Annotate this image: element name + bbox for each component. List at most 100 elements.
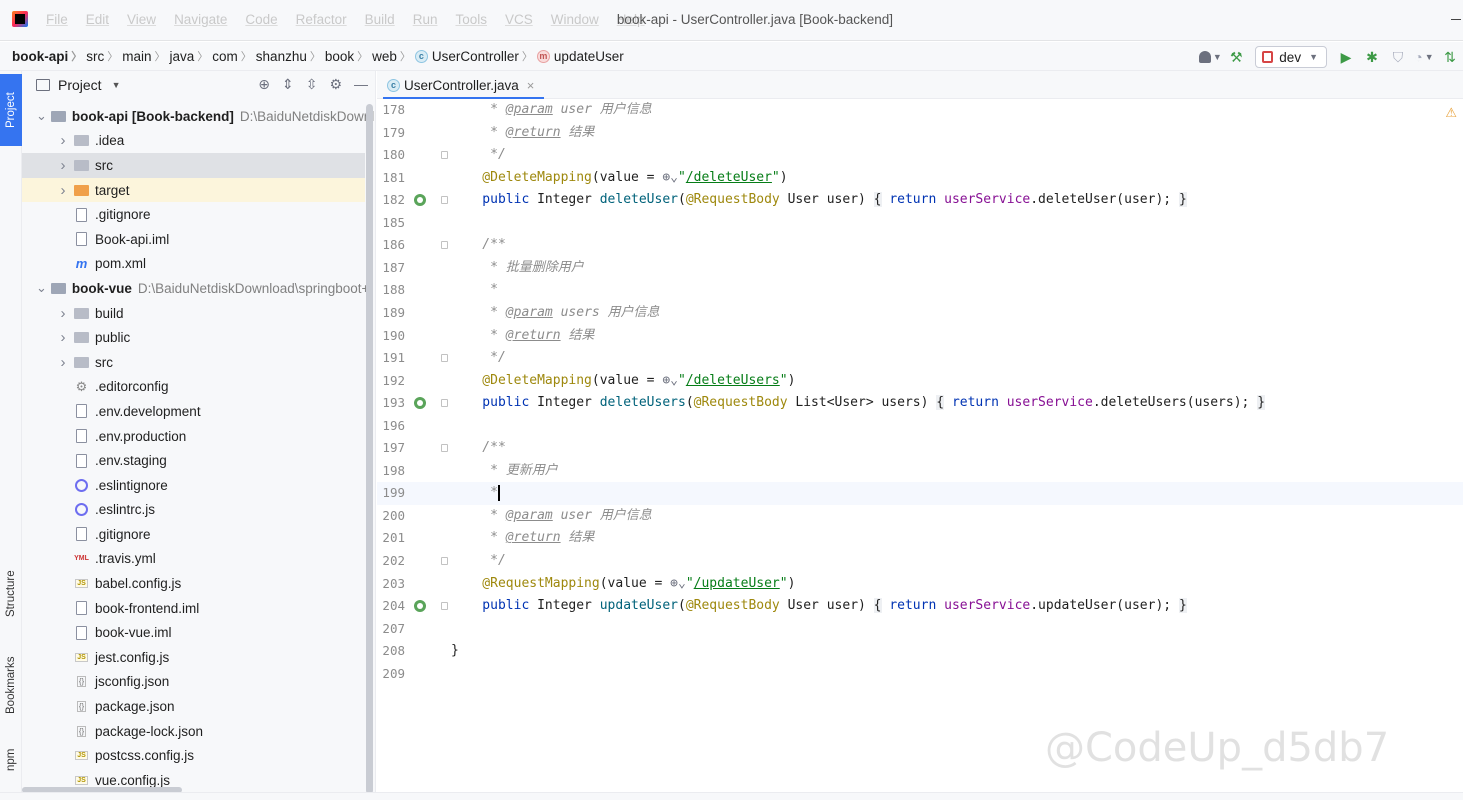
tree-item[interactable]: ⌄ book-vue D:\BaiduNetdiskDownload\springb… [22, 276, 369, 301]
fold-marker-icon[interactable] [441, 151, 448, 160]
tree-item[interactable]: ⌄ book-api [Book-backend] D:\BaiduNetdiskD… [22, 104, 374, 129]
fold-marker-icon[interactable] [441, 444, 448, 453]
code-line[interactable]: 179 * @return 结果 [377, 122, 1463, 145]
tree-item[interactable]: m pom.xml [22, 252, 365, 277]
breadcrumb-item[interactable]: com 〉 [212, 48, 256, 64]
project-panel-title[interactable]: Project [58, 77, 102, 93]
account-button[interactable]: ▼ [1197, 46, 1223, 68]
tree-item[interactable]: .eslintignore [22, 473, 365, 498]
vertical-scrollbar[interactable] [366, 104, 373, 794]
tree-item[interactable]: ⚙ .editorconfig [22, 375, 365, 400]
breadcrumb-item[interactable]: c UserController 〉 [414, 48, 537, 64]
breadcrumb-item[interactable]: web 〉 [372, 48, 415, 64]
code-token[interactable]: /deleteUser [686, 170, 772, 185]
collapse-all-icon[interactable]: ⇳ [306, 76, 318, 93]
code-line[interactable]: 199 * [377, 482, 1463, 505]
tree-item[interactable]: › .idea [22, 129, 365, 154]
chevron-right-icon[interactable]: › [56, 329, 70, 346]
close-icon[interactable]: × [527, 78, 535, 93]
web-endpoint-icon[interactable]: ⊕⌄ [670, 576, 686, 591]
code-line[interactable]: 188 * [377, 279, 1463, 302]
breadcrumb-item[interactable]: shanzhu 〉 [256, 48, 325, 64]
code-line[interactable]: 202 */ [377, 550, 1463, 573]
code-line[interactable]: 181 @DeleteMapping(value = ⊕⌄"/deleteUse… [377, 167, 1463, 190]
fold-marker-icon[interactable] [441, 354, 448, 363]
code-line[interactable]: 193 public Integer deleteUsers(@RequestB… [377, 392, 1463, 415]
tree-item[interactable]: book-frontend.iml [22, 596, 365, 621]
code-line[interactable]: 209 [377, 663, 1463, 686]
tree-item[interactable]: .env.staging [22, 448, 365, 473]
code-line[interactable]: 196 [377, 415, 1463, 438]
coverage-button[interactable]: ⛉ [1385, 46, 1411, 68]
tree-item[interactable]: book-vue.iml [22, 620, 365, 645]
endpoint-gutter-icon[interactable] [414, 397, 426, 410]
minimize-icon[interactable] [1451, 19, 1461, 20]
breadcrumb-item[interactable]: book-api 〉 [12, 48, 86, 64]
vcs-button[interactable]: ⇅ [1437, 46, 1463, 68]
debug-button[interactable]: ✱ [1359, 46, 1385, 68]
tree-item[interactable]: {} package.json [22, 694, 365, 719]
tree-item[interactable]: › target [22, 177, 365, 203]
tree-item[interactable]: JS jest.config.js [22, 645, 365, 670]
tree-item[interactable]: JS babel.config.js [22, 571, 365, 596]
breadcrumb-item[interactable]: java 〉 [170, 48, 213, 64]
chevron-down-icon[interactable]: ▼ [112, 80, 121, 90]
run-button[interactable]: ▶ [1333, 46, 1359, 68]
tree-item[interactable]: › public [22, 325, 365, 350]
gear-icon[interactable]: ⚙ [329, 76, 342, 93]
code-line[interactable]: 203 @RequestMapping(value = ⊕⌄"/updateUs… [377, 573, 1463, 596]
code-line[interactable]: 182 public Integer deleteUser(@RequestBo… [377, 189, 1463, 212]
expand-all-icon[interactable]: ⇕ [282, 76, 294, 93]
code-line[interactable]: 208} [377, 640, 1463, 663]
tree-item[interactable]: .gitignore [22, 522, 365, 547]
chevron-right-icon[interactable]: › [56, 132, 70, 149]
npm-tool-tab[interactable]: npm [0, 739, 22, 781]
tree-item[interactable]: {} package-lock.json [22, 719, 365, 744]
code-line[interactable]: 186 /** [377, 234, 1463, 257]
fold-marker-icon[interactable] [441, 399, 448, 408]
code-line[interactable]: 180 */ [377, 144, 1463, 167]
breadcrumb-item[interactable]: main 〉 [122, 48, 169, 64]
code-line[interactable]: 207 [377, 618, 1463, 641]
code-token[interactable]: /deleteUsers [686, 373, 780, 388]
chevron-right-icon[interactable]: › [56, 354, 70, 371]
tree-item[interactable]: .eslintrc.js [22, 498, 365, 523]
breadcrumb-item[interactable]: m updateUser [536, 49, 624, 64]
bookmarks-tool-tab[interactable]: Bookmarks [0, 647, 22, 723]
locate-icon[interactable]: ⊕ [258, 76, 270, 93]
tree-item[interactable]: JS postcss.config.js [22, 743, 365, 768]
code-line[interactable]: 198 * 更新用户 [377, 460, 1463, 483]
tree-item[interactable]: Book-api.iml [22, 227, 365, 252]
code-line[interactable]: 201 * @return 结果 [377, 527, 1463, 550]
code-token[interactable]: /updateUser [694, 576, 780, 591]
code-line[interactable]: 178 * @param user 用户信息 [377, 99, 1463, 122]
tab-usercontroller[interactable]: c UserController.java × [383, 71, 545, 100]
code-line[interactable]: 187 * 批量删除用户 [377, 257, 1463, 280]
endpoint-gutter-icon[interactable] [414, 600, 426, 613]
code-editor[interactable]: ⚠ 178 * @param user 用户信息 179 * @return 结果… [377, 99, 1463, 792]
chevron-down-icon[interactable]: ⌄ [36, 280, 47, 296]
code-line[interactable]: 191 */ [377, 347, 1463, 370]
chevron-right-icon[interactable]: › [56, 157, 70, 174]
chevron-down-icon[interactable]: ⌄ [36, 108, 47, 124]
code-line[interactable]: 204 public Integer updateUser(@RequestBo… [377, 595, 1463, 618]
tree-item[interactable]: › build [22, 301, 365, 326]
code-line[interactable]: 192 @DeleteMapping(value = ⊕⌄"/deleteUse… [377, 370, 1463, 393]
endpoint-gutter-icon[interactable] [414, 194, 426, 207]
code-line[interactable]: 189 * @param users 用户信息 [377, 302, 1463, 325]
tree-item[interactable]: › src [22, 350, 365, 375]
fold-marker-icon[interactable] [441, 602, 448, 611]
tree-item[interactable]: .env.production [22, 424, 365, 449]
tree-item[interactable]: › src [22, 153, 365, 178]
profile-button[interactable]: ◔ ▼ [1411, 46, 1437, 68]
fold-marker-icon[interactable] [441, 241, 448, 250]
tree-item[interactable]: {} jsconfig.json [22, 670, 365, 695]
build-button[interactable]: ⚒ [1223, 46, 1249, 68]
breadcrumb-item[interactable]: book 〉 [325, 48, 372, 64]
code-line[interactable]: 197 /** [377, 437, 1463, 460]
chevron-right-icon[interactable]: › [56, 182, 70, 199]
breadcrumb-item[interactable]: src 〉 [86, 48, 122, 64]
web-endpoint-icon[interactable]: ⊕⌄ [662, 373, 678, 388]
web-endpoint-icon[interactable]: ⊕⌄ [662, 170, 678, 185]
code-line[interactable]: 200 * @param user 用户信息 [377, 505, 1463, 528]
